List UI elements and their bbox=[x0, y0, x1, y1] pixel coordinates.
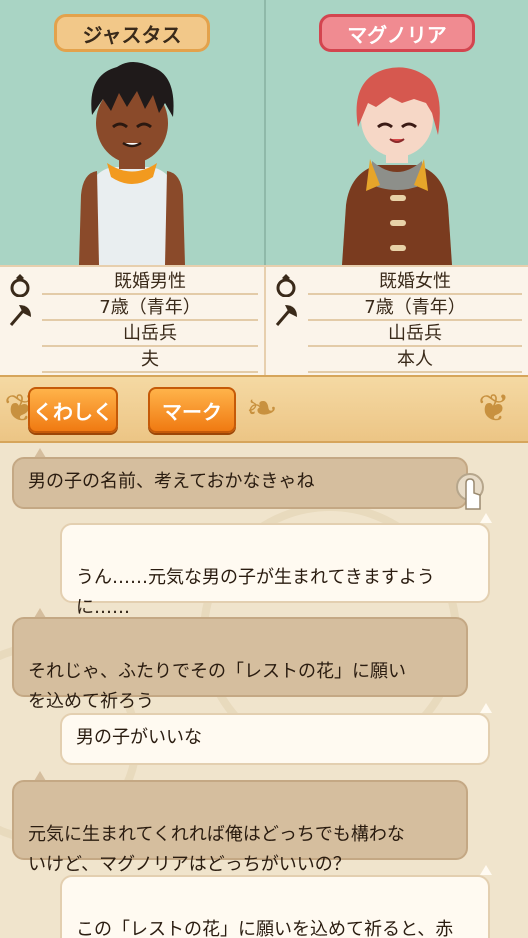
name-badge-left: ジャスタス bbox=[54, 14, 210, 52]
chat-bubble-self: この「レストの花」に願いを込めて祈ると、赤 ちゃんの性別を決められるんだって……… bbox=[60, 875, 490, 938]
relation-right: 本人 bbox=[308, 347, 522, 373]
ring-icon bbox=[10, 274, 30, 297]
chat-bubble-self: 男の子がいいな bbox=[60, 713, 490, 765]
tap-hand-icon bbox=[456, 473, 484, 510]
avatar-left bbox=[79, 62, 185, 265]
details-button[interactable]: くわしく bbox=[28, 387, 118, 433]
mark-button[interactable]: マーク bbox=[148, 387, 236, 433]
axe-icon bbox=[275, 305, 297, 326]
portrait-panel-right: マグノリア bbox=[264, 0, 528, 265]
info-column-right: 既婚女性 7歳（青年） 山岳兵 本人 bbox=[264, 267, 528, 375]
chat-text: 男の子の名前、考えておかなきゃね bbox=[28, 471, 315, 492]
chat-text: 男の子がいいな bbox=[76, 727, 202, 748]
bubble-tail bbox=[480, 513, 492, 523]
age-left: 7歳（青年） bbox=[42, 295, 258, 321]
bubble-tail bbox=[480, 865, 492, 875]
portrait-panel-left: ジャスタス bbox=[0, 0, 264, 265]
chat-bubble-self: うん……元気な男の子が生まれてきますよう に…… bbox=[60, 523, 490, 618]
marital-status-left: 既婚男性 bbox=[42, 269, 258, 295]
job-left: 山岳兵 bbox=[42, 321, 258, 347]
bubble-tail bbox=[480, 703, 492, 713]
character-portraits: ジャスタス マグノリア bbox=[0, 0, 528, 265]
ring-icon bbox=[276, 274, 296, 297]
ornament-right: ❦ bbox=[478, 386, 510, 430]
chat-bubble-partner: それじゃ、ふたりでその「レストの花」に願い を込めて祈ろう bbox=[12, 617, 468, 712]
chat-text: 元気に生まれてくれれば俺はどっちでも構わな いけど、マグノリアはどっちがいいの？ bbox=[28, 824, 405, 875]
chat-bubble-partner: 男の子の名前、考えておかなきゃね bbox=[12, 457, 468, 509]
name-badge-right: マグノリア bbox=[319, 14, 475, 52]
action-bar: ❦ ❧ ❦ くわしく マーク bbox=[0, 375, 528, 443]
chat-bubble-partner: 元気に生まれてくれれば俺はどっちでも構わな いけど、マグノリアはどっちがいいの？ bbox=[12, 780, 468, 875]
relation-left: 夫 bbox=[42, 347, 258, 373]
job-right: 山岳兵 bbox=[308, 321, 522, 347]
ornament-center: ❧ bbox=[246, 386, 278, 430]
chat-log[interactable]: 男の子の名前、考えておかなきゃね うん……元気な男の子が生まれてきますよう に…… bbox=[0, 443, 528, 938]
age-right: 7歳（青年） bbox=[308, 295, 522, 321]
axe-icon bbox=[9, 305, 31, 326]
character-info: 既婚男性 7歳（青年） 山岳兵 夫 既婚女性 7歳（青年） 山岳兵 本人 bbox=[0, 265, 528, 375]
marital-status-right: 既婚女性 bbox=[308, 269, 522, 295]
info-column-left: 既婚男性 7歳（青年） 山岳兵 夫 bbox=[0, 267, 264, 375]
avatar-right bbox=[342, 67, 452, 265]
chat-text: この「レストの花」に願いを込めて祈ると、赤 ちゃんの性別を決められるんだって……… bbox=[76, 919, 454, 938]
